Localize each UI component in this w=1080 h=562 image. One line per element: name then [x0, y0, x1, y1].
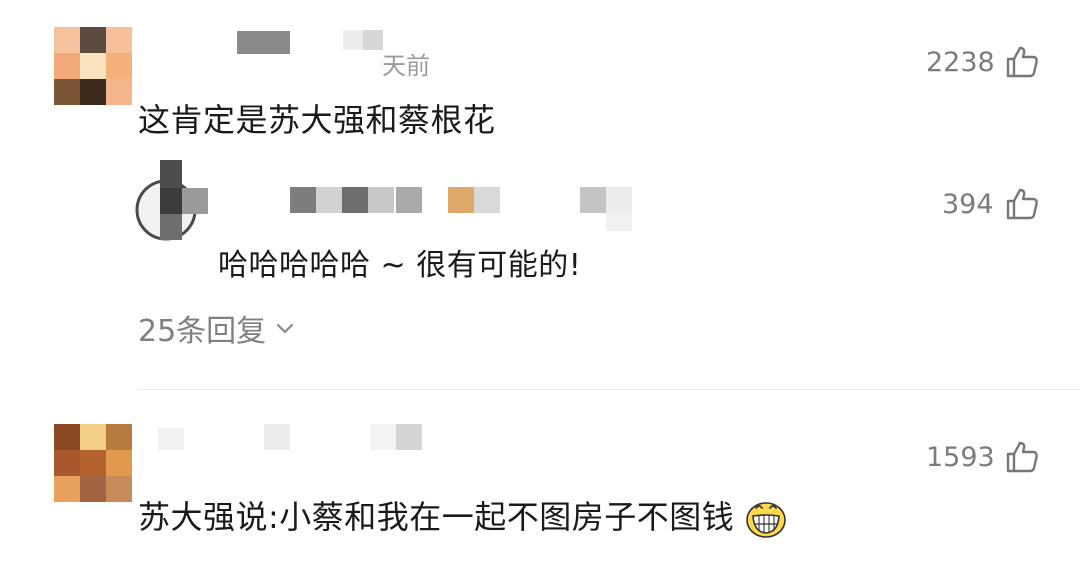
thumbs-up-icon[interactable] [1004, 439, 1040, 475]
redaction-block [264, 424, 290, 450]
comment-text: 这肯定是苏大强和蔡根花 [138, 101, 496, 139]
avatar-pixel [54, 79, 80, 105]
comment-text: 苏大强说:小蔡和我在一起不图房子不图钱 [138, 492, 787, 540]
redaction-block [290, 187, 316, 213]
divider [138, 389, 1080, 390]
avatar-pixel [106, 476, 132, 502]
thumbs-up-icon[interactable] [1004, 186, 1040, 222]
redaction-block [474, 187, 500, 213]
comment-time: 天前 [382, 52, 430, 80]
avatar[interactable] [54, 424, 132, 502]
redaction-block [363, 30, 383, 50]
redaction-block [342, 187, 368, 213]
redaction-block [237, 31, 290, 54]
like-count: 1593 [926, 442, 995, 473]
avatar-pixel [80, 53, 106, 79]
thumbs-up-icon[interactable] [1004, 44, 1040, 80]
avatar-pixel [106, 424, 132, 450]
reply-text: 哈哈哈哈哈 ~ 很有可能的! [218, 248, 582, 283]
avatar-pixel [106, 79, 132, 105]
avatar-pixel [80, 79, 106, 105]
redaction-block [396, 424, 422, 450]
redaction-block [606, 213, 632, 231]
redaction-block [580, 187, 606, 213]
avatar-pixel [80, 450, 106, 476]
redaction-block [158, 428, 184, 450]
avatar-pixel [106, 27, 132, 53]
view-replies-label: 25条回复 [138, 314, 267, 349]
redaction-block [160, 214, 182, 240]
redaction-block [343, 30, 363, 50]
avatar-pixel [54, 476, 80, 502]
avatar-pixel [54, 424, 80, 450]
redaction-block [448, 187, 474, 213]
avatar-pixel [54, 53, 80, 79]
avatar-pixel [80, 424, 106, 450]
avatar-pixel [106, 53, 132, 79]
avatar[interactable] [54, 27, 132, 105]
redaction-block [160, 160, 182, 188]
redaction-block [160, 188, 182, 214]
redaction-block [370, 424, 396, 450]
avatar-pixel [106, 450, 132, 476]
like-count: 2238 [926, 47, 995, 78]
avatar-pixel [80, 476, 106, 502]
avatar-pixel [54, 450, 80, 476]
view-replies-button[interactable]: 25条回复 [138, 306, 296, 350]
redaction-block [396, 187, 422, 213]
redaction-block [316, 187, 342, 213]
grinning-face-icon [746, 502, 786, 538]
redaction-block [368, 187, 394, 213]
avatar-pixel [80, 27, 106, 53]
like-count: 394 [942, 189, 994, 220]
chevron-down-icon [277, 323, 294, 334]
avatar-pixel [54, 27, 80, 53]
redaction-block [606, 187, 632, 213]
comment-text-content: 苏大强说:小蔡和我在一起不图房子不图钱 [138, 498, 735, 536]
redaction-block [182, 188, 208, 214]
